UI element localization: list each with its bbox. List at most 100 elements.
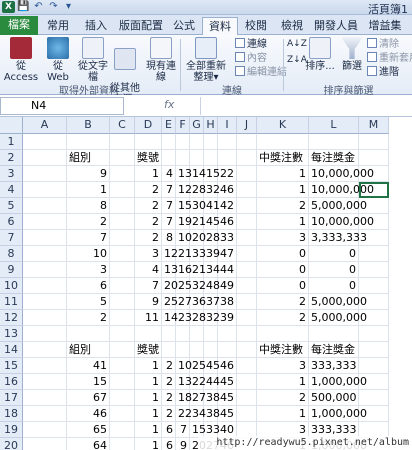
function-icon[interactable]: fx — [164, 98, 174, 111]
cell-a4[interactable] — [23, 182, 67, 198]
refresh-all-button[interactable]: 全部重新整理▾ — [182, 37, 230, 83]
cell-b2[interactable]: 組別 — [67, 150, 110, 166]
cell-b7[interactable]: 7 — [67, 230, 110, 246]
cell-l6[interactable]: 10,000,000 — [309, 214, 374, 230]
cell-a1[interactable] — [23, 134, 67, 150]
cell-l7[interactable]: 3,333,333 — [309, 230, 367, 246]
cell-h10[interactable]: 48 — [204, 278, 220, 294]
cell-l16[interactable]: 1,000,000 — [309, 374, 367, 390]
cell-b1[interactable] — [67, 134, 110, 150]
reapply-button[interactable]: 重新套用 — [367, 52, 412, 65]
cell-c14[interactable] — [110, 342, 135, 358]
cell-b8[interactable]: 10 — [67, 246, 110, 262]
cell-m11[interactable] — [359, 294, 389, 310]
cell-g14[interactable] — [190, 342, 204, 358]
cell-a9[interactable] — [23, 262, 67, 278]
cell-m4[interactable] — [359, 182, 389, 198]
cell-m12[interactable] — [359, 310, 389, 326]
cell-c18[interactable] — [110, 406, 135, 422]
cell-f2[interactable] — [176, 150, 190, 166]
cell-j3[interactable] — [237, 166, 257, 182]
cell-j13[interactable] — [237, 326, 257, 342]
cell-f9[interactable]: 16 — [176, 262, 192, 278]
cell-d19[interactable]: 1 — [135, 422, 162, 438]
cell-f8[interactable]: 21 — [176, 246, 192, 262]
cell-l13[interactable] — [309, 326, 359, 342]
customize-icon[interactable]: ▾ — [62, 1, 75, 13]
cell-e7[interactable]: 8 — [162, 230, 176, 246]
cell-g13[interactable] — [190, 326, 204, 342]
row-header[interactable]: 5 — [0, 198, 23, 214]
cell-a5[interactable] — [23, 198, 67, 214]
row-header[interactable]: 8 — [0, 246, 23, 262]
cell-g16[interactable]: 22 — [190, 374, 206, 390]
cell-c11[interactable] — [110, 294, 135, 310]
cell-i1[interactable] — [218, 134, 237, 150]
cell-f10[interactable]: 25 — [176, 278, 192, 294]
cell-d17[interactable]: 1 — [135, 390, 162, 406]
cell-c16[interactable] — [110, 374, 135, 390]
cell-d12[interactable]: 11 — [135, 310, 162, 326]
cell-c19[interactable] — [110, 422, 135, 438]
row-header[interactable]: 1 — [0, 134, 23, 150]
cell-f18[interactable]: 22 — [176, 406, 192, 422]
cell-i16[interactable]: 45 — [218, 374, 237, 390]
cell-e6[interactable]: 7 — [162, 214, 176, 230]
cell-f4[interactable]: 12 — [176, 182, 192, 198]
cell-h3[interactable]: 15 — [204, 166, 220, 182]
cell-d5[interactable]: 2 — [135, 198, 162, 214]
cell-h12[interactable]: 32 — [204, 310, 220, 326]
row-header[interactable]: 14 — [0, 342, 23, 358]
cell-j8[interactable] — [237, 246, 257, 262]
cell-a6[interactable] — [23, 214, 67, 230]
cell-f6[interactable]: 19 — [176, 214, 192, 230]
row-header[interactable]: 18 — [0, 406, 23, 422]
cell-d10[interactable]: 7 — [135, 278, 162, 294]
cell-k12[interactable]: 2 — [257, 310, 309, 326]
cell-f15[interactable]: 10 — [176, 358, 192, 374]
cell-c5[interactable] — [110, 198, 135, 214]
cell-d6[interactable]: 2 — [135, 214, 162, 230]
row-header[interactable]: 2 — [0, 150, 23, 166]
cell-d20[interactable]: 1 — [135, 438, 162, 450]
cell-g9[interactable]: 21 — [190, 262, 206, 278]
row-header[interactable]: 15 — [0, 358, 23, 374]
cell-d15[interactable]: 1 — [135, 358, 162, 374]
cell-e5[interactable]: 7 — [162, 198, 176, 214]
cell-i13[interactable] — [218, 326, 237, 342]
from-web-button[interactable]: 從 Web — [41, 37, 75, 83]
cell-e19[interactable]: 6 — [162, 422, 176, 438]
column-header-f[interactable]: F — [176, 117, 190, 134]
column-header-c[interactable]: C — [110, 117, 135, 134]
cell-i10[interactable]: 49 — [218, 278, 237, 294]
save-icon[interactable]: 💾 — [17, 1, 30, 13]
cell-e15[interactable]: 2 — [162, 358, 176, 374]
row-header[interactable]: 12 — [0, 310, 23, 326]
cell-a13[interactable] — [23, 326, 67, 342]
cell-a14[interactable] — [23, 342, 67, 358]
edit-links-button[interactable]: 編輯連結 — [235, 66, 287, 79]
cell-j15[interactable] — [237, 358, 257, 374]
cell-l3[interactable]: 10,000,000 — [309, 166, 374, 182]
cell-b10[interactable]: 6 — [67, 278, 110, 294]
cell-l11[interactable]: 5,000,000 — [309, 294, 367, 310]
cell-j18[interactable] — [237, 406, 257, 422]
cell-m16[interactable] — [359, 374, 389, 390]
cell-i6[interactable]: 46 — [218, 214, 237, 230]
cell-e9[interactable]: 13 — [162, 262, 178, 278]
cell-k2[interactable]: 中獎注數 — [257, 150, 309, 166]
undo-icon[interactable]: ↶ — [32, 1, 45, 13]
cell-k7[interactable]: 3 — [257, 230, 309, 246]
cell-j2[interactable] — [237, 150, 257, 166]
cell-g1[interactable] — [190, 134, 204, 150]
cell-e2[interactable] — [162, 150, 176, 166]
cell-j9[interactable] — [237, 262, 257, 278]
cell-k6[interactable]: 1 — [257, 214, 309, 230]
cell-f17[interactable]: 18 — [176, 390, 192, 406]
cell-e16[interactable]: 2 — [162, 374, 176, 390]
cell-h15[interactable]: 45 — [204, 358, 220, 374]
tab-file[interactable]: 檔案 — [0, 16, 38, 35]
cell-g8[interactable]: 33 — [190, 246, 206, 262]
cell-d13[interactable] — [135, 326, 162, 342]
row-header[interactable]: 4 — [0, 182, 23, 198]
